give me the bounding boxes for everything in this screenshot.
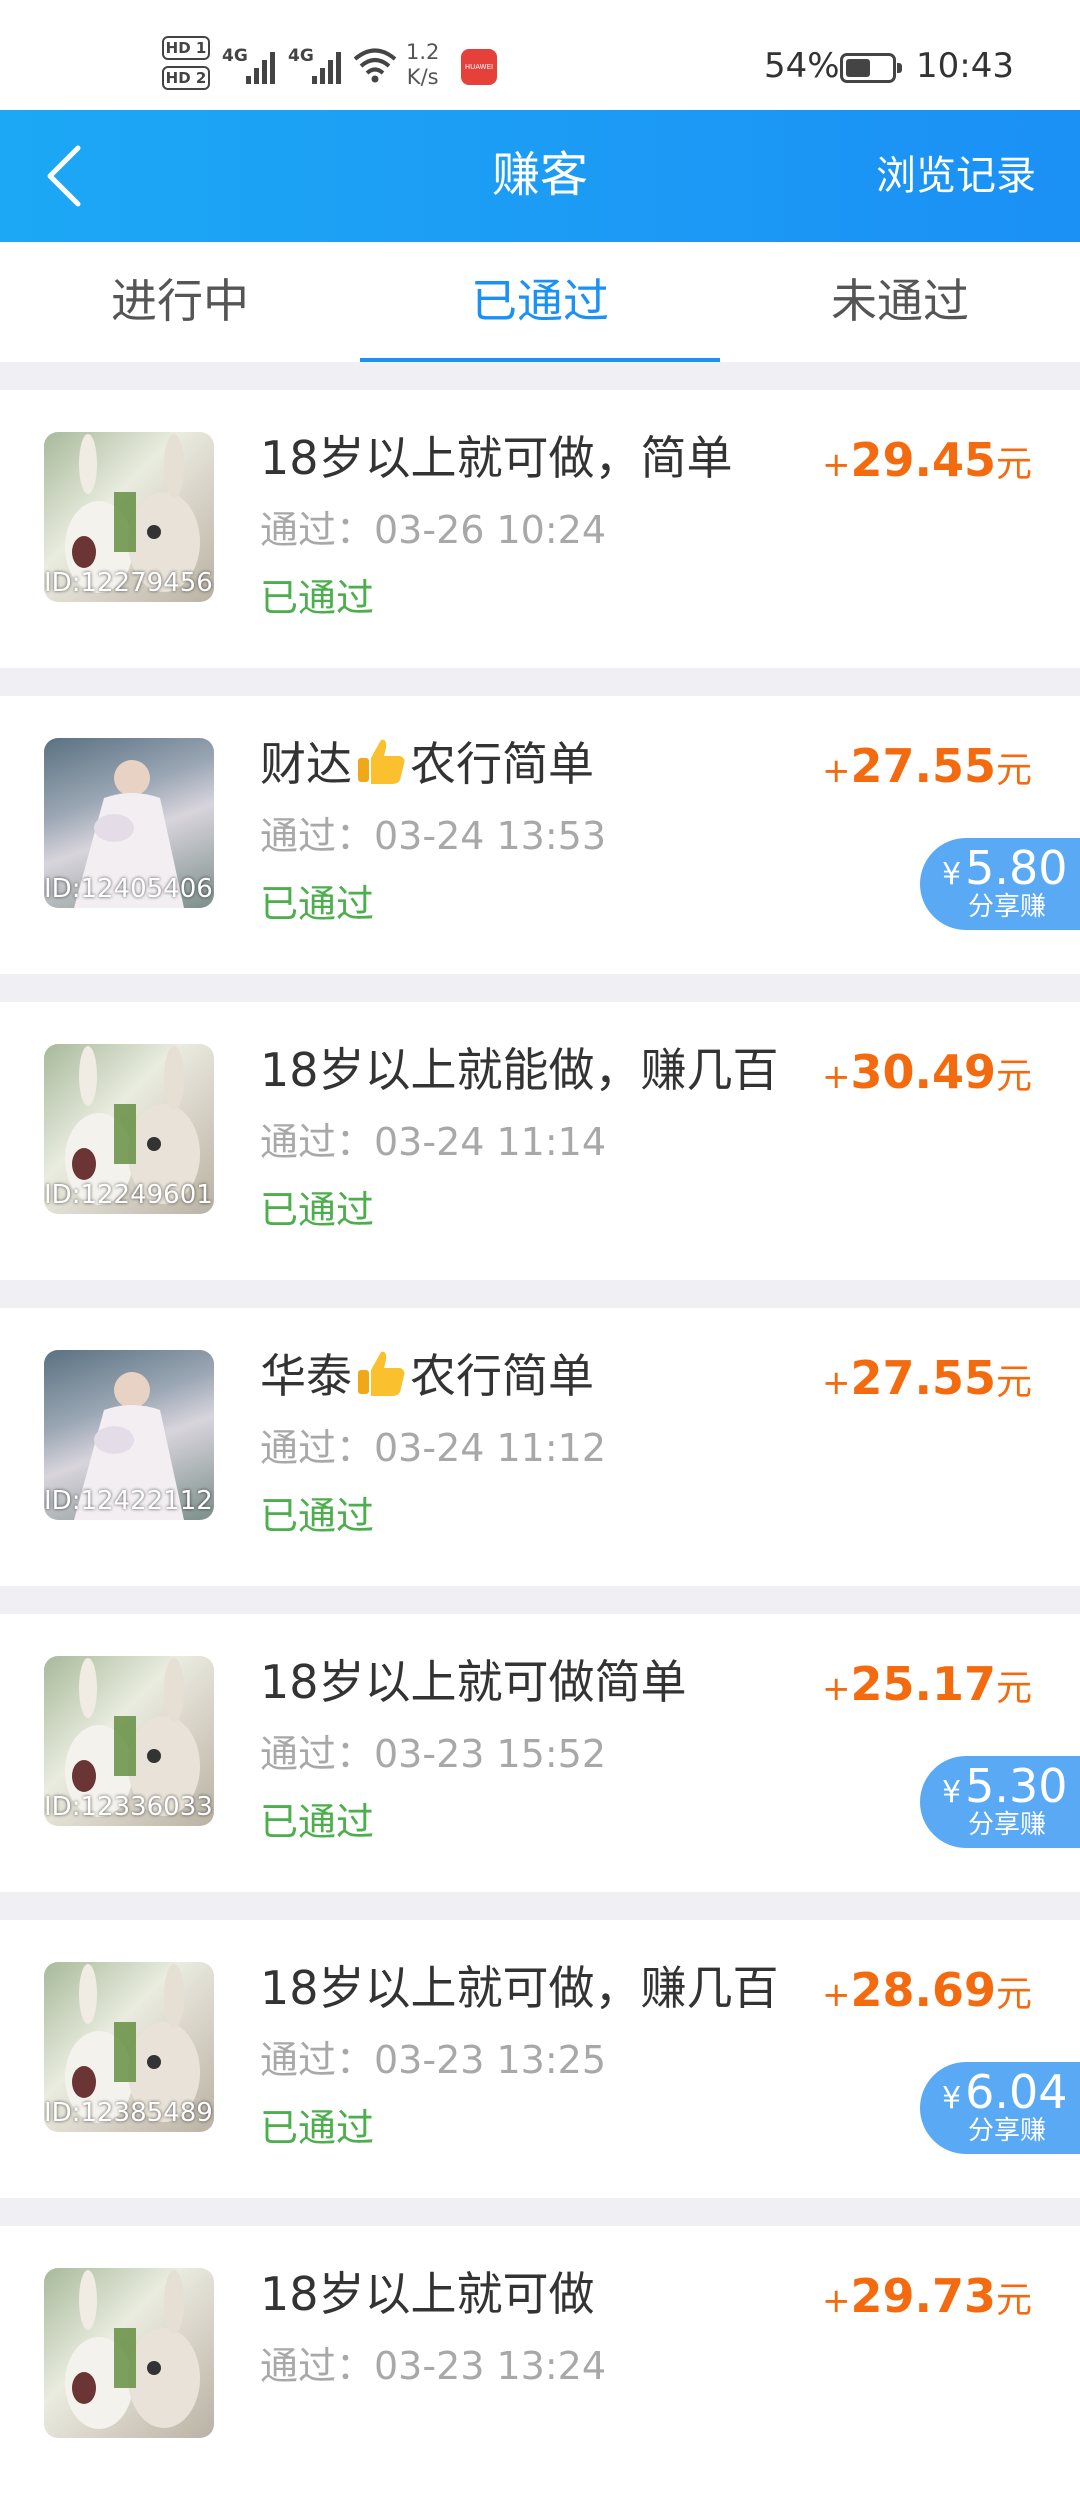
thumbs-up-emoji-icon <box>358 1351 405 1396</box>
task-item[interactable]: ID:12249601 18岁以上就能做，赚几百 通过：03-24 11:14 … <box>0 1002 1080 1280</box>
reward-amount: +28.69元 <box>821 1963 1032 2017</box>
task-title: 18岁以上就可做，赚几百 <box>260 1961 779 2015</box>
pass-time: 通过：03-23 13:24 <box>260 2344 607 2388</box>
task-item[interactable]: ID:12336033 18岁以上就可做简单 通过：03-23 15:52 已通… <box>0 1614 1080 1892</box>
task-thumbnail: ID:12336033 <box>44 1656 214 1826</box>
status-label: 已通过 <box>260 576 375 620</box>
status-label: 已通过 <box>260 2106 375 2150</box>
task-id: ID:12385489 <box>44 2098 213 2128</box>
pass-time: 通过：03-23 15:52 <box>260 1732 607 1776</box>
status-label: 已通过 <box>260 1188 375 1232</box>
pass-time: 通过：03-24 13:53 <box>260 814 607 858</box>
task-id: ID:12405406 <box>44 874 213 904</box>
task-item[interactable]: ID:12422112 华泰 农行简单 通过：03-24 11:12 已通过 +2… <box>0 1308 1080 1586</box>
share-earn-button[interactable]: ¥5.80 分享赚 <box>920 838 1080 930</box>
task-title: 华泰 农行简单 <box>260 1344 594 1408</box>
pass-time: 通过：03-26 10:24 <box>260 508 607 552</box>
reward-amount: +27.55元 <box>821 1351 1032 1405</box>
tab-rejected[interactable]: 未通过 <box>720 242 1080 362</box>
status-label: 已通过 <box>260 1800 375 1844</box>
sim2-badge: HD 2 <box>162 66 210 90</box>
browse-history-button[interactable]: 浏览记录 <box>876 148 1036 204</box>
pass-time: 通过：03-23 13:25 <box>260 2038 607 2082</box>
share-earn-button[interactable]: ¥5.30 分享赚 <box>920 1756 1080 1848</box>
task-title: 财达 农行简单 <box>260 732 594 796</box>
task-title: 18岁以上就能做，赚几百 <box>260 1043 779 1097</box>
share-earn-button[interactable]: ¥6.04 分享赚 <box>920 2062 1080 2154</box>
task-id: ID:12336033 <box>44 1792 213 1822</box>
status-label: 已通过 <box>260 882 375 926</box>
status-bar: HD 1 HD 2 4G 4G 1.2 K/s HUAWEI 54% 10:43 <box>0 0 1080 110</box>
battery-icon <box>840 53 902 83</box>
clock: 10:43 <box>916 46 1014 86</box>
reward-amount: +29.73元 <box>821 2269 1032 2323</box>
task-thumbnail: ID:12422112 <box>44 1350 214 1520</box>
wifi-icon <box>353 48 397 83</box>
sim-indicator: HD 1 HD 2 <box>162 36 212 98</box>
tab-in-progress[interactable]: 进行中 <box>0 242 360 362</box>
task-id: ID:12422112 <box>44 1486 213 1516</box>
task-id: ID:12279456 <box>44 568 213 598</box>
reward-amount: +29.45元 <box>821 433 1032 487</box>
tab-passed[interactable]: 已通过 <box>360 242 720 362</box>
task-thumbnail: ID:12405406 <box>44 738 214 908</box>
reward-amount: +25.17元 <box>821 1657 1032 1711</box>
task-title: 18岁以上就可做简单 <box>260 1655 687 1709</box>
status-label: 已通过 <box>260 1494 375 1538</box>
thumbs-up-emoji-icon <box>358 739 405 784</box>
battery-percent: 54% <box>764 46 840 86</box>
task-item[interactable]: ID:12279456 18岁以上就可做，简单 通过：03-26 10:24 已… <box>0 390 1080 668</box>
task-thumbnail: ID:12249601 <box>44 1044 214 1214</box>
task-id: ID:12249601 <box>44 1180 213 1210</box>
huawei-appgallery-icon: HUAWEI <box>461 49 497 85</box>
task-list: ID:12279456 18岁以上就可做，简单 通过：03-26 10:24 已… <box>0 362 1080 2504</box>
reward-amount: +30.49元 <box>821 1045 1032 1099</box>
task-title: 18岁以上就可做，简单 <box>260 431 733 485</box>
network-speed: 1.2 K/s <box>406 40 440 89</box>
pass-time: 通过：03-24 11:14 <box>260 1120 607 1164</box>
task-title: 18岁以上就可做 <box>260 2267 595 2321</box>
task-item[interactable]: 18岁以上就可做 通过：03-23 13:24 +29.73元 <box>0 2226 1080 2504</box>
task-thumbnail: ID:12279456 <box>44 432 214 602</box>
nav-bar: 赚客 浏览记录 <box>0 110 1080 242</box>
task-item[interactable]: ID:12385489 18岁以上就可做，赚几百 通过：03-23 13:25 … <box>0 1920 1080 2198</box>
sim1-badge: HD 1 <box>162 36 210 60</box>
reward-amount: +27.55元 <box>821 739 1032 793</box>
task-thumbnail <box>44 2268 214 2438</box>
task-thumbnail: ID:12385489 <box>44 1962 214 2132</box>
pass-time: 通过：03-24 11:12 <box>260 1426 607 1470</box>
status-tabs: 进行中 已通过 未通过 <box>0 242 1080 362</box>
task-item[interactable]: ID:12405406 财达 农行简单 通过：03-24 13:53 已通过 +2… <box>0 696 1080 974</box>
